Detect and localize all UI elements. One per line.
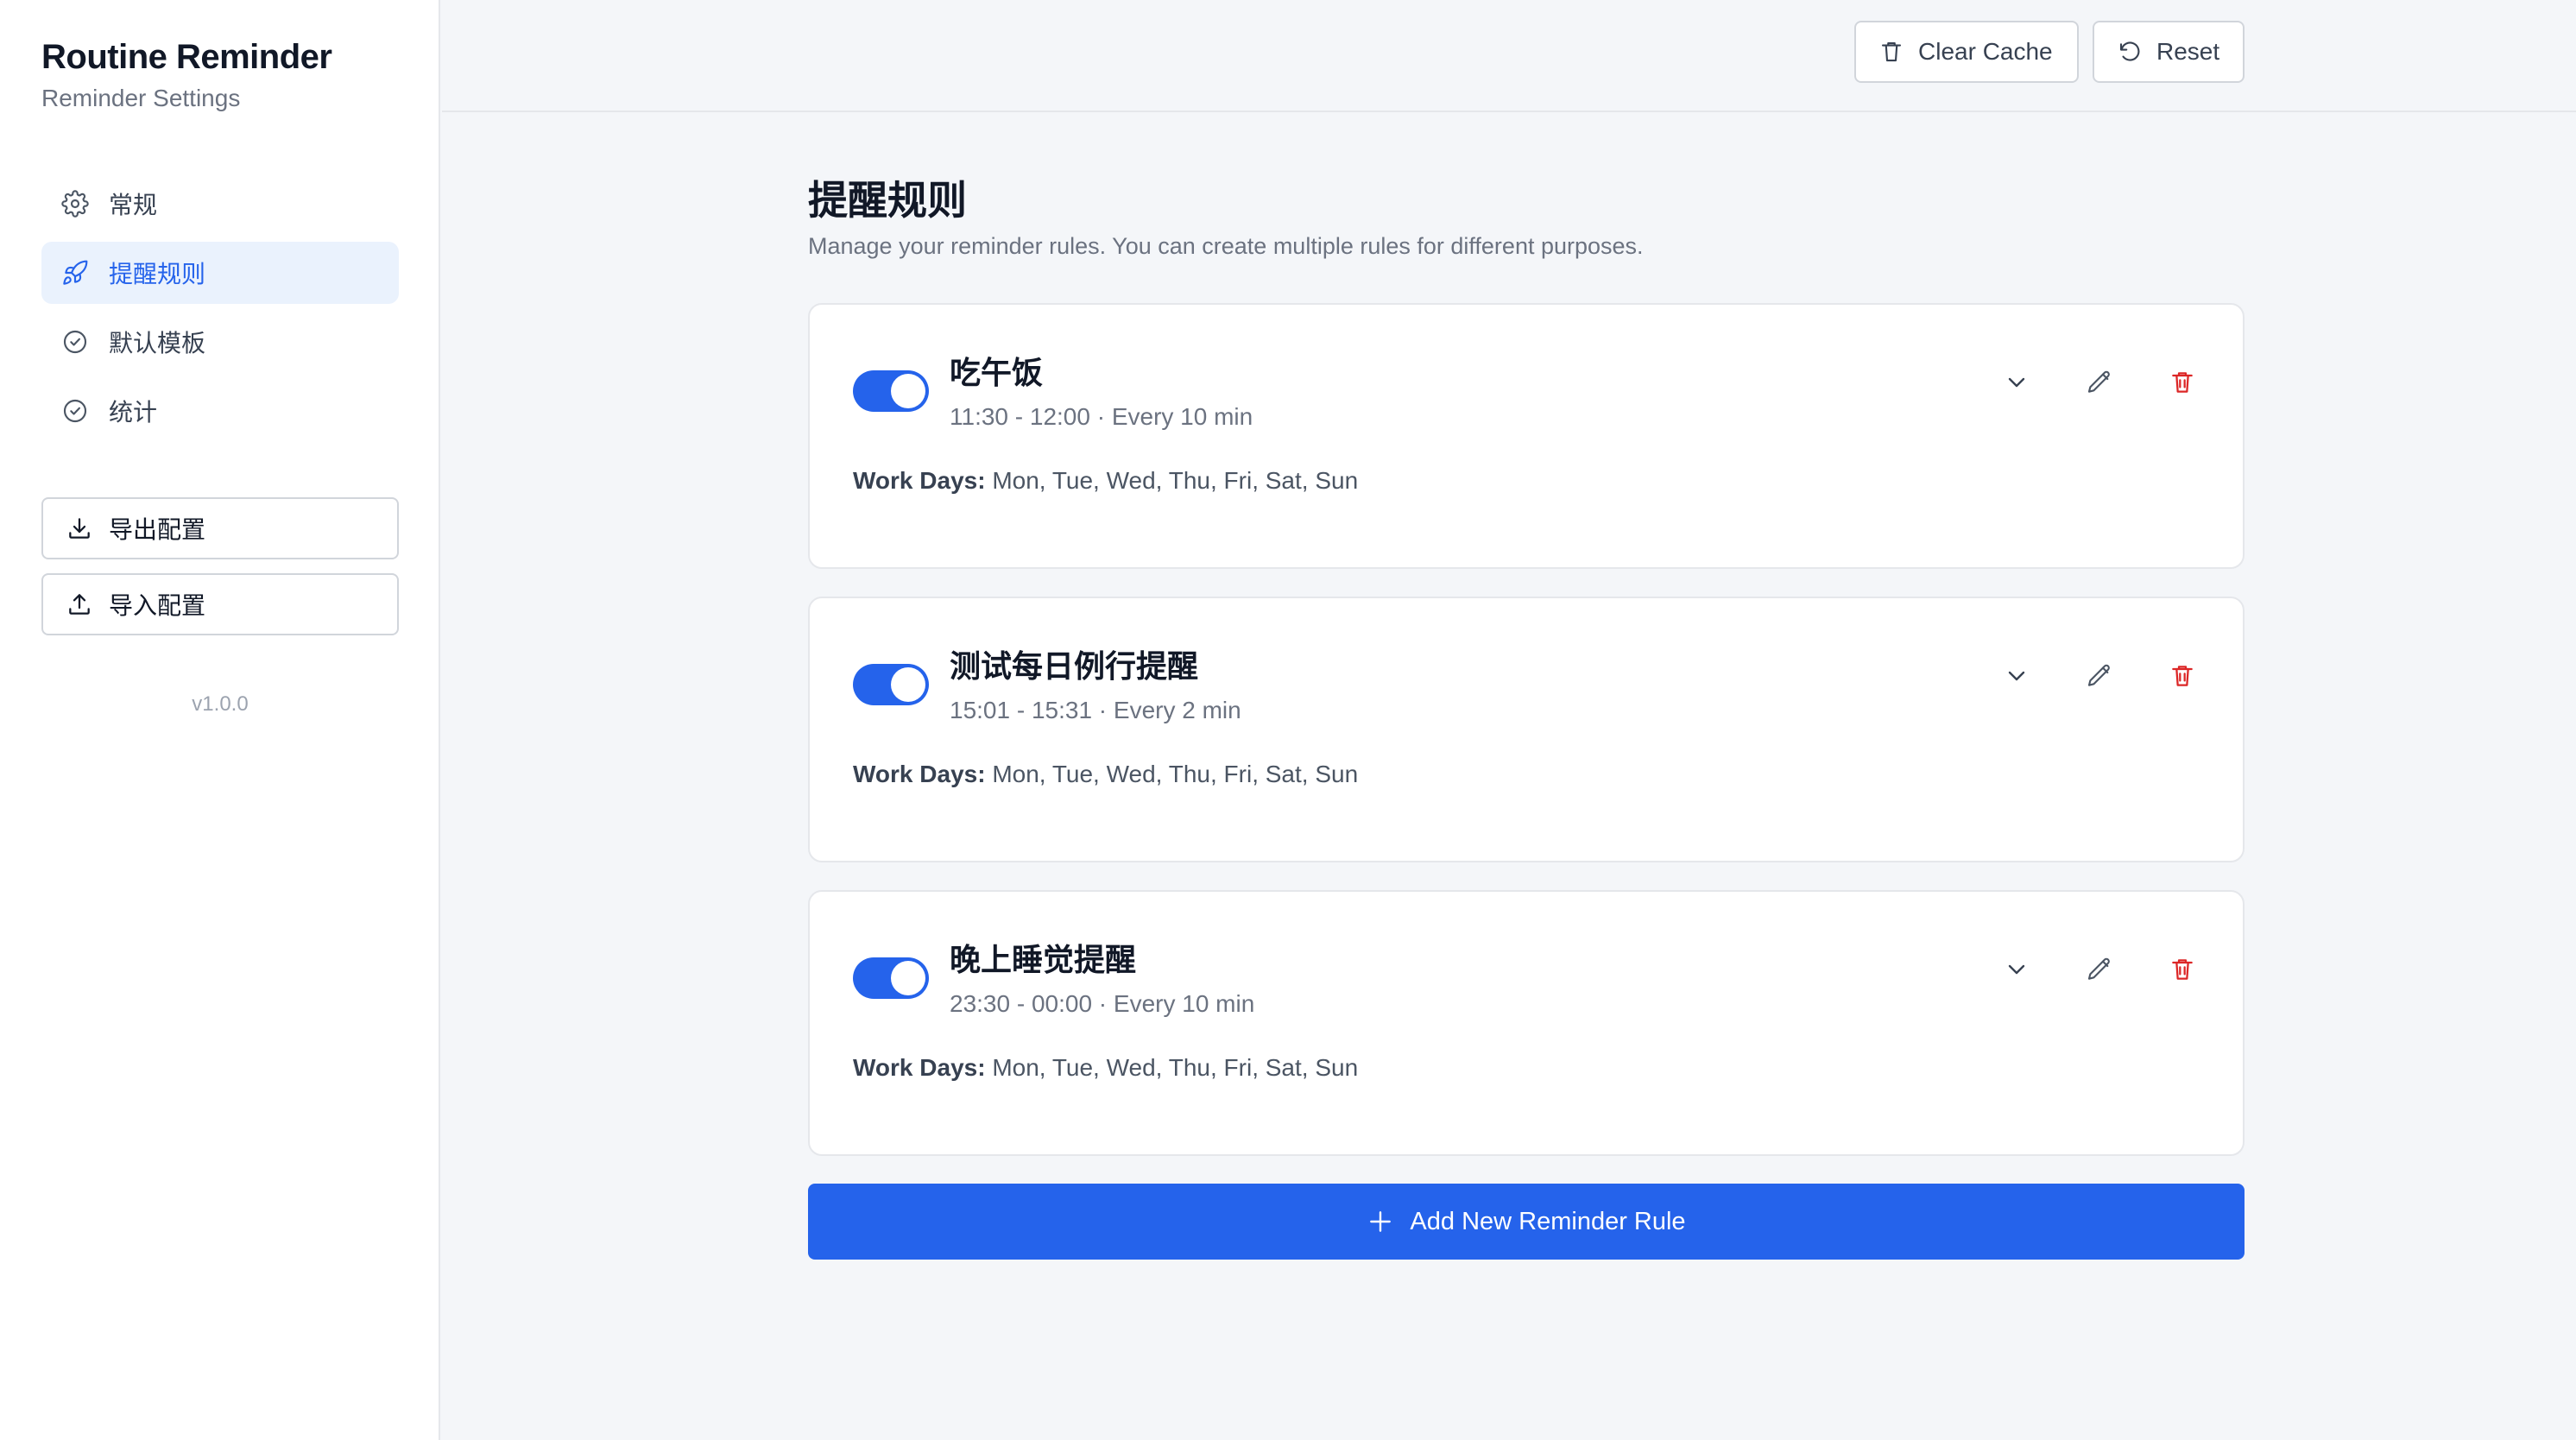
trash-icon bbox=[2172, 959, 2193, 980]
sidebar-item-general[interactable]: 常规 bbox=[41, 173, 399, 235]
sidebar-item-label: 常规 bbox=[109, 192, 158, 218]
clear-cache-label: Clear Cache bbox=[1918, 38, 2053, 65]
sidebar-item-statistics[interactable]: 统计 bbox=[41, 380, 399, 442]
version-label: v1.0.0 bbox=[192, 692, 249, 716]
rule-enabled-toggle[interactable] bbox=[853, 370, 929, 412]
rule-work-days: Work Days: Mon, Tue, Wed, Thu, Fri, Sat,… bbox=[853, 1054, 1358, 1082]
rule-work-days: Work Days: Mon, Tue, Wed, Thu, Fri, Sat,… bbox=[853, 467, 1358, 495]
expand-button[interactable] bbox=[1991, 357, 2042, 408]
clear-cache-button[interactable]: Clear Cache bbox=[1854, 21, 2079, 83]
app-title: Routine Reminder bbox=[41, 38, 332, 76]
chevron-down-icon bbox=[2008, 964, 2025, 975]
sidebar-item-default-templates[interactable]: 默认模板 bbox=[41, 311, 399, 373]
rule-name: 晚上睡觉提醒 bbox=[950, 942, 1137, 977]
pencil-icon bbox=[2087, 957, 2110, 980]
plus-icon bbox=[1367, 1208, 1394, 1235]
sidebar: Routine Reminder Reminder Settings 常规 提醒… bbox=[0, 0, 440, 1440]
pencil-icon bbox=[2087, 664, 2110, 686]
sidebar-item-reminder-rules[interactable]: 提醒规则 bbox=[41, 242, 399, 304]
page-description: Manage your reminder rules. You can crea… bbox=[808, 233, 1644, 259]
toggle-knob bbox=[891, 667, 925, 702]
download-icon bbox=[66, 515, 93, 542]
reset-label: Reset bbox=[2156, 38, 2220, 65]
trash-icon bbox=[2172, 666, 2193, 686]
rule-card: 测试每日例行提醒 15:01 - 15:31 · Every 2 min Wor… bbox=[808, 597, 2245, 862]
rule-actions bbox=[1960, 357, 2208, 408]
delete-button[interactable] bbox=[2156, 357, 2208, 408]
rule-schedule: 15:01 - 15:31 · Every 2 min bbox=[950, 697, 1241, 723]
chevron-down-icon bbox=[2008, 671, 2025, 681]
sidebar-item-label: 统计 bbox=[109, 399, 158, 426]
work-days-value: Mon, Tue, Wed, Thu, Fri, Sat, Sun bbox=[992, 467, 1359, 494]
rule-card: 晚上睡觉提醒 23:30 - 00:00 · Every 10 min Work… bbox=[808, 890, 2245, 1156]
import-config-button[interactable]: 导入配置 bbox=[41, 573, 399, 635]
trash-icon bbox=[1878, 39, 1904, 65]
rule-name: 吃午饭 bbox=[950, 355, 1044, 390]
rule-schedule: 23:30 - 00:00 · Every 10 min bbox=[950, 990, 1255, 1017]
edit-button[interactable] bbox=[2074, 944, 2125, 995]
trash-icon bbox=[2172, 372, 2193, 393]
rule-list: 吃午饭 11:30 - 12:00 · Every 10 min Work Da… bbox=[808, 303, 2245, 1156]
top-toolbar: Clear Cache Reset bbox=[442, 0, 2576, 112]
sidebar-item-label: 默认模板 bbox=[109, 330, 206, 357]
sidebar-nav: 常规 提醒规则 默认模板 统计 bbox=[41, 173, 399, 449]
gear-icon bbox=[60, 189, 90, 218]
export-config-label: 导出配置 bbox=[109, 516, 206, 543]
rule-enabled-toggle[interactable] bbox=[853, 957, 929, 999]
rule-work-days: Work Days: Mon, Tue, Wed, Thu, Fri, Sat,… bbox=[853, 761, 1358, 788]
page-title: 提醒规则 bbox=[808, 178, 967, 223]
work-days-label: Work Days: bbox=[853, 467, 986, 494]
expand-button[interactable] bbox=[1991, 650, 2042, 702]
sidebar-item-label: 提醒规则 bbox=[109, 261, 206, 287]
rule-name: 测试每日例行提醒 bbox=[950, 648, 1199, 684]
toggle-knob bbox=[891, 961, 925, 995]
work-days-value: Mon, Tue, Wed, Thu, Fri, Sat, Sun bbox=[992, 761, 1359, 787]
rule-card: 吃午饭 11:30 - 12:00 · Every 10 min Work Da… bbox=[808, 303, 2245, 569]
edit-button[interactable] bbox=[2074, 650, 2125, 702]
add-reminder-rule-label: Add New Reminder Rule bbox=[1410, 1207, 1686, 1235]
toggle-knob bbox=[891, 374, 925, 408]
work-days-label: Work Days: bbox=[853, 1054, 986, 1081]
add-reminder-rule-button[interactable]: Add New Reminder Rule bbox=[808, 1184, 2245, 1260]
config-buttons: 导出配置 导入配置 bbox=[41, 497, 399, 649]
reset-button[interactable]: Reset bbox=[2093, 21, 2245, 83]
import-config-label: 导入配置 bbox=[109, 592, 206, 619]
check-circle-icon bbox=[60, 327, 90, 357]
rule-actions bbox=[1960, 650, 2208, 702]
chevron-down-icon bbox=[2008, 377, 2025, 388]
check-circle-icon bbox=[60, 396, 90, 426]
export-config-button[interactable]: 导出配置 bbox=[41, 497, 399, 559]
rocket-icon bbox=[60, 258, 90, 287]
rule-schedule: 11:30 - 12:00 · Every 10 min bbox=[950, 403, 1253, 430]
expand-button[interactable] bbox=[1991, 944, 2042, 995]
work-days-label: Work Days: bbox=[853, 761, 986, 787]
app-subtitle: Reminder Settings bbox=[41, 85, 241, 111]
delete-button[interactable] bbox=[2156, 650, 2208, 702]
work-days-value: Mon, Tue, Wed, Thu, Fri, Sat, Sun bbox=[992, 1054, 1359, 1081]
edit-button[interactable] bbox=[2074, 357, 2125, 408]
pencil-icon bbox=[2087, 370, 2110, 393]
rule-enabled-toggle[interactable] bbox=[853, 664, 929, 705]
undo-icon bbox=[2117, 39, 2143, 65]
delete-button[interactable] bbox=[2156, 944, 2208, 995]
upload-icon bbox=[66, 591, 93, 618]
rule-actions bbox=[1960, 944, 2208, 995]
main-content: 提醒规则 Manage your reminder rules. You can… bbox=[808, 169, 2245, 1260]
